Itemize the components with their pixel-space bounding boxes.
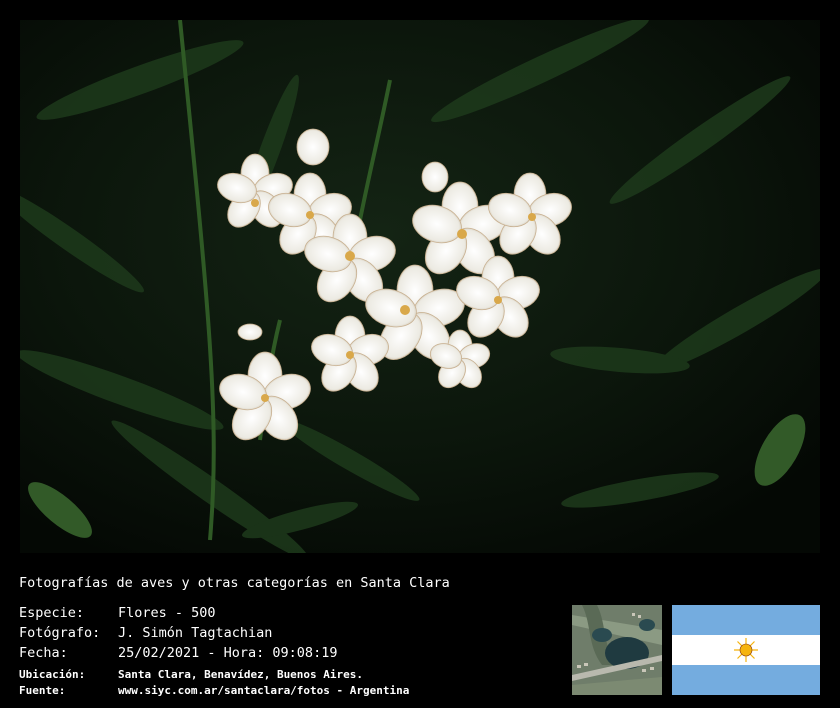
argentina-flag-icon xyxy=(672,605,820,695)
source-value: www.siyc.com.ar/santaclara/fotos - Argen… xyxy=(118,684,410,697)
date-value: 25/02/2021 - Hora: 09:08:19 xyxy=(118,645,338,661)
location-label: Ubicación: xyxy=(19,668,86,681)
satellite-map-icon xyxy=(572,605,662,695)
location-value: Santa Clara, Benavídez, Buenos Aires. xyxy=(118,668,364,681)
date-label: Fecha: xyxy=(19,645,68,661)
photographer-value: J. Simón Tagtachian xyxy=(118,625,273,641)
page-title: Fotografías de aves y otras categorías e… xyxy=(19,575,450,591)
flower-photo xyxy=(20,20,820,553)
species-label: Especie: xyxy=(19,605,85,621)
source-label: Fuente: xyxy=(19,684,66,697)
species-value: Flores - 500 xyxy=(118,605,216,621)
photographer-label: Fotógrafo: xyxy=(19,625,101,641)
